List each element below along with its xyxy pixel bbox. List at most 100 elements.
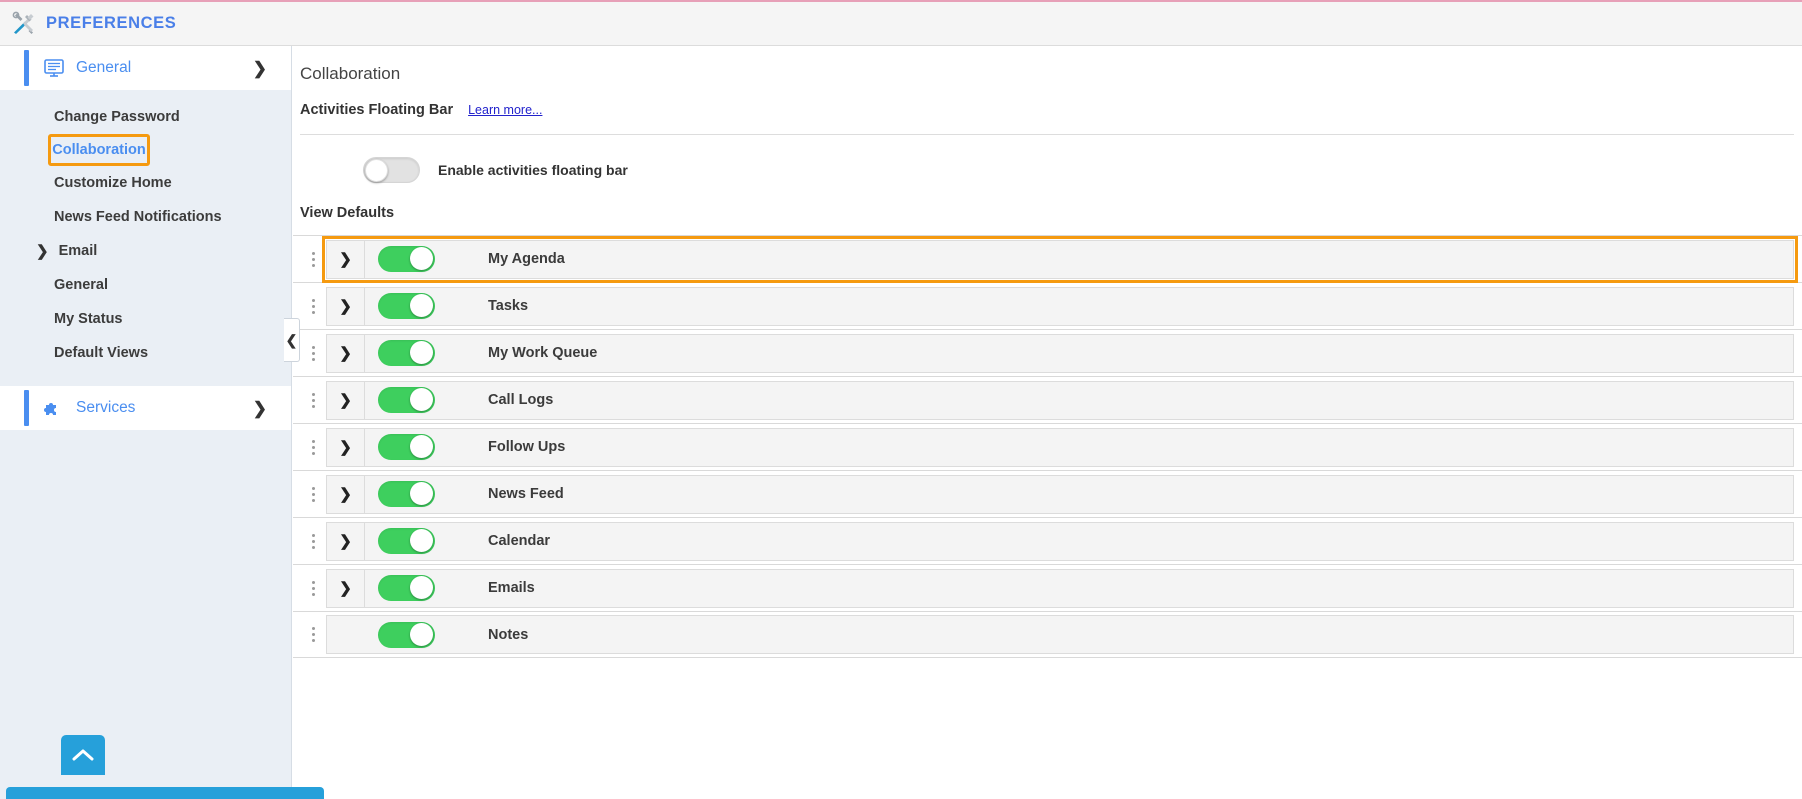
sidebar-section-general[interactable]: General ❯ <box>0 46 291 90</box>
sidebar-group-label: Email <box>58 243 98 259</box>
table-row[interactable]: ❯ Emails <box>293 564 1802 611</box>
learn-more-link[interactable]: Learn more... <box>468 103 542 117</box>
table-row[interactable]: ❯ My Agenda <box>293 235 1802 283</box>
row-label: Notes <box>488 626 529 643</box>
row-card: ❯ Calendar <box>326 521 1794 561</box>
row-expander-placeholder <box>327 615 365 654</box>
row-card: ❯ Tasks <box>326 286 1794 326</box>
enable-floating-bar-label: Enable activities floating bar <box>438 162 628 178</box>
drag-handle-icon[interactable] <box>300 627 326 642</box>
toggle-knob <box>410 576 433 599</box>
sidebar-item-news-feed-notifications[interactable]: News Feed Notifications <box>0 200 291 234</box>
row-label: My Agenda <box>488 251 565 267</box>
sidebar-item-customize-home[interactable]: Customize Home <box>0 166 291 200</box>
table-row[interactable]: ❯ Call Logs <box>293 376 1802 423</box>
drag-handle-icon[interactable] <box>300 298 326 314</box>
sidebar-section-label: General <box>76 59 132 76</box>
chevron-right-icon: ❯ <box>252 398 267 418</box>
table-row[interactable]: ❯ My Work Queue <box>293 329 1802 376</box>
drag-handle-icon[interactable] <box>300 392 326 408</box>
row-expander-chevron-right-icon[interactable]: ❯ <box>327 333 365 373</box>
toggle-knob <box>410 388 433 411</box>
toggle-knob <box>410 247 433 270</box>
drag-handle-icon[interactable] <box>300 533 326 549</box>
row-expander-chevron-right-icon[interactable]: ❯ <box>327 286 365 326</box>
row-toggle[interactable] <box>378 434 435 460</box>
drag-handle-icon[interactable] <box>300 251 326 267</box>
sidebar-item-label: Change Password <box>54 109 180 125</box>
sidebar-item-label: News Feed Notifications <box>54 209 222 225</box>
row-card: ❯ Follow Ups <box>326 427 1794 467</box>
row-expander-chevron-right-icon[interactable]: ❯ <box>327 521 365 561</box>
row-card: ❯ Call Logs <box>326 380 1794 420</box>
row-toggle[interactable] <box>378 621 435 648</box>
monitor-icon <box>44 59 64 77</box>
sidebar-item-default-views[interactable]: Default Views <box>0 336 291 370</box>
app-header: PREFERENCES <box>0 0 1802 46</box>
row-expander-chevron-right-icon[interactable]: ❯ <box>327 239 365 279</box>
view-defaults-heading: View Defaults <box>300 205 395 221</box>
preferences-page: PREFERENCES General ❯ Change Password Co… <box>0 0 1802 799</box>
drag-handle-icon[interactable] <box>300 486 326 502</box>
table-row[interactable]: ❯ Calendar <box>293 517 1802 564</box>
main-content: Collaboration Activities Floating Bar Le… <box>293 46 1802 799</box>
table-row[interactable]: Notes <box>293 611 1802 658</box>
row-card: ❯ My Agenda <box>322 235 1798 283</box>
row-label: Tasks <box>488 298 529 314</box>
row-expander-chevron-right-icon[interactable]: ❯ <box>327 380 365 420</box>
view-defaults-list: ❯ My Agenda ❯ Tasks ❯ My Work Queue ❯ Ca… <box>293 235 1802 658</box>
drag-handle-icon[interactable] <box>300 345 326 361</box>
row-card: ❯ Emails <box>326 568 1794 608</box>
toggle-knob <box>410 435 433 458</box>
section-label: Activities Floating Bar <box>300 102 454 118</box>
sidebar-item-my-status[interactable]: My Status <box>0 302 291 336</box>
toggle-knob <box>365 159 388 182</box>
bottom-bar <box>6 787 324 799</box>
toggle-knob <box>410 529 433 552</box>
row-expander-chevron-right-icon[interactable]: ❯ <box>327 474 365 514</box>
row-label: Emails <box>488 580 535 596</box>
sidebar-item-change-password[interactable]: Change Password <box>0 100 291 134</box>
row-toggle[interactable] <box>378 340 435 366</box>
chevron-up-icon <box>72 749 94 761</box>
table-row[interactable]: ❯ Tasks <box>293 282 1802 329</box>
sidebar-item-label: Customize Home <box>54 175 172 191</box>
toggle-knob <box>410 482 433 505</box>
page-title-header: PREFERENCES <box>46 14 177 32</box>
row-toggle[interactable] <box>378 481 435 507</box>
sidebar-item-label: My Status <box>54 311 123 327</box>
chevron-right-icon: ❯ <box>36 242 49 260</box>
row-expander-chevron-right-icon[interactable]: ❯ <box>327 427 365 467</box>
row-toggle[interactable] <box>378 528 435 554</box>
tools-icon <box>10 11 36 37</box>
drag-handle-icon[interactable] <box>300 580 326 596</box>
scroll-to-top-button[interactable] <box>61 735 105 775</box>
enable-activities-floating-bar-toggle[interactable] <box>363 157 420 183</box>
row-label: Call Logs <box>488 392 554 408</box>
drag-handle-icon[interactable] <box>300 439 326 455</box>
row-card: Notes <box>326 615 1794 654</box>
row-toggle[interactable] <box>378 293 435 319</box>
sidebar-item-label: Collaboration <box>52 142 146 158</box>
table-row[interactable]: ❯ Follow Ups <box>293 423 1802 470</box>
sidebar-section-label: Services <box>76 399 136 416</box>
puzzle-icon <box>44 399 64 417</box>
sidebar-item-collaboration[interactable]: Collaboration <box>48 134 150 166</box>
sidebar-group-email[interactable]: ❯ Email <box>0 234 291 268</box>
sidebar: General ❯ Change Password Collaboration … <box>0 46 324 799</box>
toggle-knob <box>410 622 433 646</box>
sidebar-section-services[interactable]: Services ❯ <box>0 386 291 430</box>
row-card: ❯ News Feed <box>326 474 1794 514</box>
sidebar-collapse-handle[interactable]: ❮ <box>284 318 300 362</box>
row-toggle[interactable] <box>378 387 435 413</box>
row-toggle[interactable] <box>378 575 435 601</box>
sidebar-item-general[interactable]: General <box>0 268 291 302</box>
table-row[interactable]: ❯ News Feed <box>293 470 1802 517</box>
row-expander-chevron-right-icon[interactable]: ❯ <box>327 568 365 608</box>
activities-floating-bar-section-header: Activities Floating Bar Learn more... <box>293 84 1802 118</box>
row-label: News Feed <box>488 486 564 502</box>
row-label: Follow Ups <box>488 439 566 455</box>
row-toggle[interactable] <box>378 246 435 272</box>
content-page-title: Collaboration <box>300 64 401 83</box>
